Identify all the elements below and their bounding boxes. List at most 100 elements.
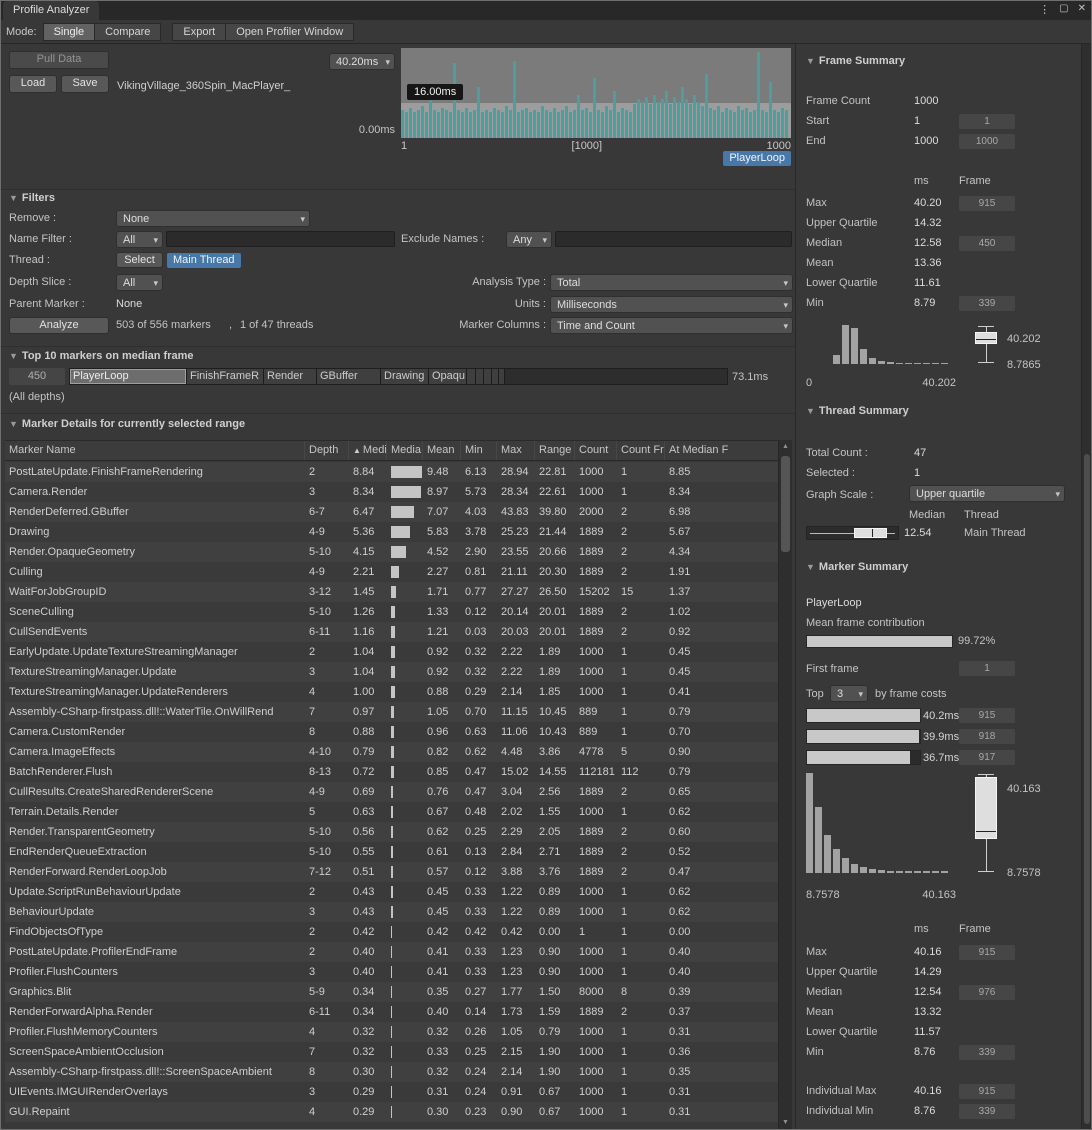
table-row[interactable]: CullSendEvents6-111.161.210.0320.0320.01…: [5, 622, 778, 642]
top10-segment[interactable]: [499, 369, 505, 384]
table-row[interactable]: Render.TransparentGeometry5-100.560.620.…: [5, 822, 778, 842]
depth-slice-dropdown[interactable]: All ▾: [116, 274, 163, 291]
scroll-down-icon[interactable]: ▼: [779, 1119, 792, 1127]
column-header[interactable]: Marker Name: [5, 441, 305, 460]
table-row[interactable]: GUI.Repaint40.290.300.230.900.67100010.3…: [5, 1102, 778, 1122]
frame-index-badge[interactable]: 915: [959, 196, 1015, 211]
more-menu-icon[interactable]: ⋮: [1039, 3, 1050, 16]
column-header[interactable]: At Median F: [665, 441, 778, 460]
frame-summary-header[interactable]: ▼Frame Summary: [806, 55, 905, 67]
table-row[interactable]: BatchRenderer.Flush8-130.720.850.4715.02…: [5, 762, 778, 782]
column-header[interactable]: Range: [535, 441, 575, 460]
marker-summary-header[interactable]: ▼Marker Summary: [806, 561, 908, 573]
table-row[interactable]: Camera.ImageEffects4-100.790.820.624.483…: [5, 742, 778, 762]
exclude-mode-dropdown[interactable]: Any ▾: [506, 231, 552, 248]
tab-profile-analyzer[interactable]: Profile Analyzer: [3, 1, 99, 20]
table-row[interactable]: EarlyUpdate.UpdateTextureStreamingManage…: [5, 642, 778, 662]
table-row[interactable]: ScreenSpaceAmbientOcclusion70.320.330.25…: [5, 1042, 778, 1062]
table-row[interactable]: Render.OpaqueGeometry5-104.154.522.9023.…: [5, 542, 778, 562]
thread-summary-header[interactable]: ▼Thread Summary: [806, 405, 909, 417]
analysis-type-dropdown[interactable]: Total ▾: [550, 274, 793, 291]
marker-details-section-header[interactable]: ▼Marker Details for currently selected r…: [9, 418, 245, 430]
frame-index-badge[interactable]: 917: [959, 750, 1015, 765]
table-row[interactable]: WaitForJobGroupID3-121.451.710.7727.2726…: [5, 582, 778, 602]
save-button[interactable]: Save: [61, 75, 109, 93]
table-row[interactable]: Camera.CustomRender80.880.960.6311.0610.…: [5, 722, 778, 742]
column-header[interactable]: Depth: [305, 441, 349, 460]
table-row[interactable]: Drawing4-95.365.833.7825.2321.44188925.6…: [5, 522, 778, 542]
selected-marker-chip[interactable]: PlayerLoop: [723, 151, 791, 166]
table-row[interactable]: PostLateUpdate.FinishFrameRendering28.84…: [5, 462, 778, 482]
open-profiler-window-button[interactable]: Open Profiler Window: [225, 23, 354, 41]
pull-data-button[interactable]: Pull Data: [9, 51, 109, 69]
column-header[interactable]: Count: [575, 441, 617, 460]
median-frame-badge[interactable]: 450: [9, 368, 65, 385]
column-header[interactable]: Count Fra: [617, 441, 665, 460]
table-row[interactable]: TextureStreamingManager.UpdateRenderers4…: [5, 682, 778, 702]
table-row[interactable]: Assembly-CSharp-firstpass.dll!::WaterTil…: [5, 702, 778, 722]
table-row[interactable]: Profiler.FlushMemoryCounters40.320.320.2…: [5, 1022, 778, 1042]
marker-table-scrollbar[interactable]: ▲ ▼: [778, 440, 792, 1130]
frame-index-badge[interactable]: 339: [959, 1104, 1015, 1119]
export-button[interactable]: Export: [172, 23, 226, 41]
frame-index-badge[interactable]: 339: [959, 1045, 1015, 1060]
table-row[interactable]: TextureStreamingManager.Update31.040.920…: [5, 662, 778, 682]
frame-index-badge[interactable]: 1000: [959, 134, 1015, 149]
remove-dropdown[interactable]: None ▾: [116, 210, 310, 227]
table-row[interactable]: BehaviourUpdate30.430.450.331.220.891000…: [5, 902, 778, 922]
scroll-up-icon[interactable]: ▲: [779, 443, 792, 451]
column-header[interactable]: Max: [497, 441, 535, 460]
frame-index-badge[interactable]: 918: [959, 729, 1015, 744]
units-dropdown[interactable]: Milliseconds ▾: [550, 296, 793, 313]
load-button[interactable]: Load: [9, 75, 57, 93]
top10-segment[interactable]: Opaqu: [429, 369, 467, 384]
maximize-icon[interactable]: ▢: [1059, 3, 1068, 16]
table-row[interactable]: FindObjectsOfType20.420.420.420.420.0011…: [5, 922, 778, 942]
frame-index-badge[interactable]: 976: [959, 985, 1015, 1000]
top10-segment[interactable]: GBuffer: [317, 369, 381, 384]
name-filter-input[interactable]: [166, 231, 395, 247]
column-header[interactable]: Min: [461, 441, 497, 460]
frame-summary-histogram[interactable]: [806, 325, 956, 364]
top10-segment[interactable]: [492, 369, 499, 384]
scrollbar-thumb[interactable]: [1084, 454, 1090, 1124]
top10-segment[interactable]: [467, 369, 476, 384]
table-row[interactable]: CullResults.CreateSharedRendererScene4-9…: [5, 782, 778, 802]
frame-index-badge[interactable]: 450: [959, 236, 1015, 251]
table-row[interactable]: Assembly-CSharp-firstpass.dll!::ScreenSp…: [5, 1062, 778, 1082]
marker-columns-dropdown[interactable]: Time and Count ▾: [550, 317, 793, 334]
top10-segment[interactable]: Render: [264, 369, 317, 384]
top10-section-header[interactable]: ▼Top 10 markers on median frame: [9, 350, 194, 362]
exclude-names-input[interactable]: [555, 231, 792, 247]
table-row[interactable]: Camera.Render38.348.975.7328.3422.611000…: [5, 482, 778, 502]
table-row[interactable]: Graphics.Blit5-90.340.350.271.771.508000…: [5, 982, 778, 1002]
table-row[interactable]: RenderDeferred.GBuffer6-76.477.074.0343.…: [5, 502, 778, 522]
mode-compare-button[interactable]: Compare: [94, 23, 161, 41]
close-icon[interactable]: ✕: [1078, 3, 1086, 16]
table-row[interactable]: Profiler.FlushCounters30.400.410.331.230…: [5, 962, 778, 982]
thread-name[interactable]: Main Thread: [964, 525, 1026, 542]
thread-select-button[interactable]: Select: [116, 252, 163, 268]
table-row[interactable]: RenderForwardAlpha.Render6-110.340.400.1…: [5, 1002, 778, 1022]
table-row[interactable]: Update.ScriptRunBehaviourUpdate20.430.45…: [5, 882, 778, 902]
table-row[interactable]: SceneCulling5-101.261.330.1220.1420.0118…: [5, 602, 778, 622]
top10-segment[interactable]: [476, 369, 484, 384]
frame-index-badge[interactable]: 1: [959, 661, 1015, 676]
graph-scale-dropdown[interactable]: 40.20ms ▾: [329, 53, 395, 70]
table-row[interactable]: PostLateUpdate.ProfilerEndFrame20.400.41…: [5, 942, 778, 962]
filters-section-header[interactable]: ▼Filters: [9, 192, 55, 204]
table-row[interactable]: Culling4-92.212.270.8121.1120.30188921.9…: [5, 562, 778, 582]
frame-index-badge[interactable]: 915: [959, 1084, 1015, 1099]
analyze-button[interactable]: Analyze: [9, 317, 109, 334]
name-filter-mode-dropdown[interactable]: All ▾: [116, 231, 163, 248]
column-header[interactable]: Mean: [423, 441, 461, 460]
column-header[interactable]: Media: [387, 441, 423, 460]
right-panel-scrollbar[interactable]: [1081, 44, 1092, 1130]
table-row[interactable]: RenderForward.RenderLoopJob7-120.510.570…: [5, 862, 778, 882]
marker-summary-histogram[interactable]: [806, 773, 956, 873]
top10-segment[interactable]: [484, 369, 492, 384]
top10-segment[interactable]: PlayerLoop: [70, 369, 187, 384]
top10-segment[interactable]: FinishFrameR: [187, 369, 264, 384]
scrollbar-thumb[interactable]: [781, 456, 790, 552]
thread-graph-scale-dropdown[interactable]: Upper quartile ▾: [909, 485, 1065, 502]
